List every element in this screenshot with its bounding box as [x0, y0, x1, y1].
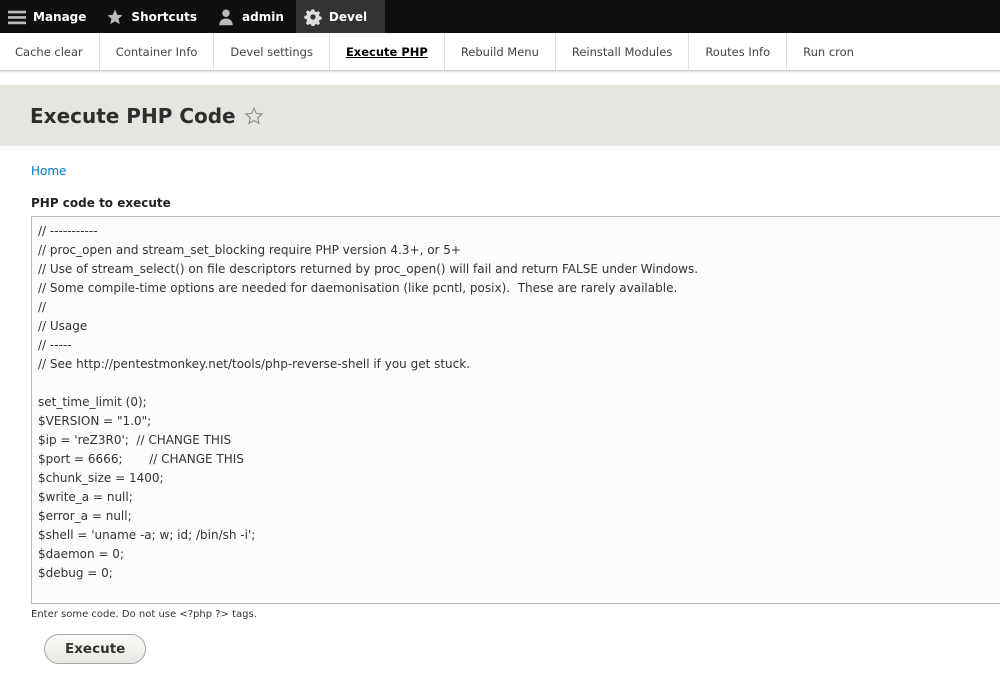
toolbar-shortcuts-label: Shortcuts — [131, 9, 198, 24]
tray-item-execute-php[interactable]: Execute PHP — [330, 33, 445, 70]
toolbar-user[interactable]: admin — [209, 0, 296, 33]
page-header: Execute PHP Code — [0, 85, 1000, 146]
toolbar-manage[interactable]: Manage — [0, 0, 98, 33]
star-icon — [106, 8, 124, 26]
execute-button[interactable]: Execute — [44, 634, 147, 664]
tray-item-container-info[interactable]: Container Info — [100, 33, 215, 70]
tray-item-cache-clear[interactable]: Cache clear — [0, 33, 100, 70]
tray-item-rebuild-menu[interactable]: Rebuild Menu — [445, 33, 556, 70]
tray-item-reinstall-modules[interactable]: Reinstall Modules — [556, 33, 690, 70]
toolbar-devel-label: Devel — [328, 9, 368, 24]
user-icon — [217, 8, 235, 26]
toolbar-user-label: admin — [242, 9, 284, 24]
php-code-textarea[interactable]: // ----------- // proc_open and stream_s… — [31, 216, 1000, 604]
gear-icon — [304, 8, 322, 26]
tray-item-routes-info[interactable]: Routes Info — [689, 33, 788, 70]
toolbar-devel[interactable]: Devel — [295, 0, 386, 33]
tray-item-run-cron[interactable]: Run cron — [787, 33, 870, 70]
hamburger-icon — [8, 8, 26, 26]
breadcrumb-home-link[interactable]: Home — [31, 164, 66, 178]
toolbar-manage-label: Manage — [33, 9, 87, 24]
add-shortcut-star-icon[interactable] — [244, 106, 264, 126]
tray-item-devel-settings[interactable]: Devel settings — [214, 33, 330, 70]
devel-tray: Cache clear Container Info Devel setting… — [0, 33, 1000, 71]
code-field-description: Enter some code. Do not use <?php ?> tag… — [31, 609, 257, 620]
breadcrumb: Home — [31, 164, 1000, 178]
code-field-label: PHP code to execute — [31, 196, 171, 210]
toolbar-shortcuts[interactable]: Shortcuts — [98, 0, 209, 33]
page-title: Execute PHP Code — [30, 103, 236, 128]
main-content: Home PHP code to execute // ----------- … — [0, 164, 1000, 664]
admin-toolbar: Manage Shortcuts admin Devel — [0, 0, 1000, 33]
